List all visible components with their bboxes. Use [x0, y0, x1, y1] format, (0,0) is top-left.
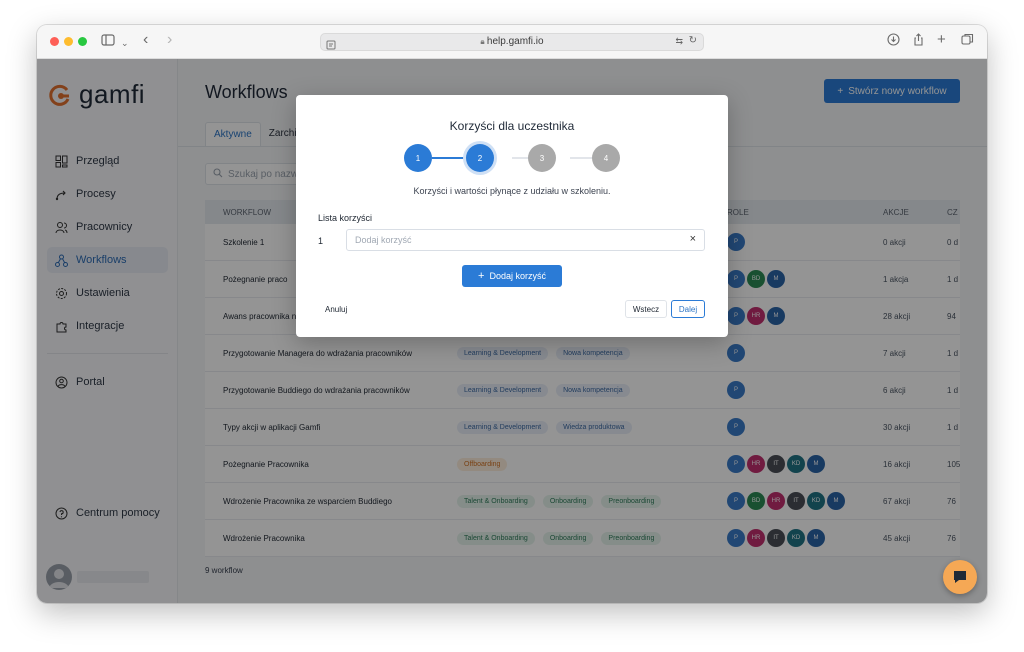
clear-icon[interactable]: ×	[690, 233, 696, 245]
step-2[interactable]: 2	[466, 144, 494, 172]
browser-toolbar: ⌄ ‹ › 🔒︎ help.gamfi.io ⇆ ↻ +	[37, 25, 987, 59]
chat-icon	[954, 571, 966, 583]
step-4[interactable]: 4	[592, 144, 620, 172]
step-1[interactable]: 1	[404, 144, 432, 172]
translate-icon[interactable]: ⇆	[675, 36, 683, 47]
cancel-button[interactable]: Anuluj	[325, 305, 347, 314]
sidebar-toggle-icon[interactable]	[101, 33, 115, 52]
tabs-overview-icon[interactable]	[961, 33, 974, 51]
address-bar[interactable]: 🔒︎ help.gamfi.io ⇆ ↻	[320, 33, 704, 51]
share-icon[interactable]	[912, 33, 925, 51]
chat-button[interactable]	[943, 560, 977, 594]
stepper: 1 2 3 4	[404, 144, 620, 172]
benefit-input-placeholder: Dodaj korzyść	[355, 235, 412, 245]
modal-description: Korzyści i wartości płynące z udziału w …	[413, 186, 611, 196]
benefits-list-label: Lista korzyści	[318, 213, 373, 223]
close-window-button[interactable]	[50, 37, 59, 46]
forward-arrow-icon[interactable]: ›	[167, 31, 172, 49]
chevron-down-icon[interactable]: ⌄	[121, 34, 129, 52]
benefit-input[interactable]: Dodaj korzyść ×	[346, 229, 705, 251]
step-3[interactable]: 3	[528, 144, 556, 172]
minimize-window-button[interactable]	[64, 37, 73, 46]
benefits-modal: Korzyści dla uczestnika 1 2 3 4 Korzyści…	[296, 95, 728, 337]
add-benefit-label: Dodaj korzyść	[489, 271, 546, 281]
download-icon[interactable]	[887, 33, 900, 51]
reload-icon[interactable]: ↻	[689, 35, 697, 46]
url-text: help.gamfi.io	[486, 36, 544, 47]
benefit-item-number: 1	[318, 236, 324, 246]
next-button[interactable]: Dalej	[671, 300, 705, 318]
zoom-window-button[interactable]	[78, 37, 87, 46]
modal-title: Korzyści dla uczestnika	[449, 119, 575, 133]
add-benefit-button[interactable]: + Dodaj korzyść	[462, 265, 562, 287]
new-tab-icon[interactable]: +	[937, 31, 946, 49]
back-arrow-icon[interactable]: ‹	[143, 31, 148, 49]
back-button[interactable]: Wstecz	[625, 300, 667, 318]
browser-window: ⌄ ‹ › 🔒︎ help.gamfi.io ⇆ ↻ + gamfi Przeg…	[37, 25, 987, 603]
plus-icon: +	[478, 270, 485, 282]
